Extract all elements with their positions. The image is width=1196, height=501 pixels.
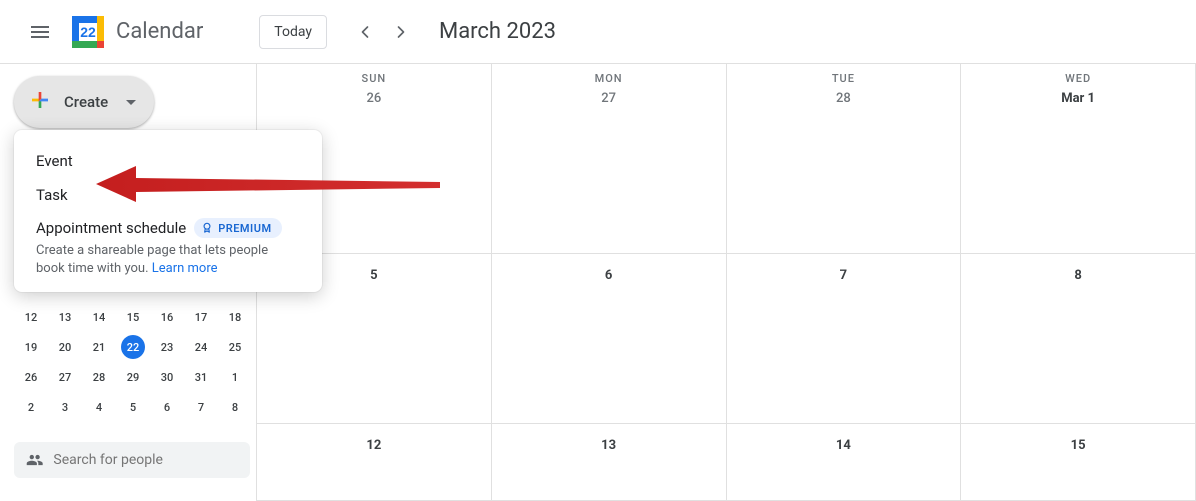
day-of-week: WED	[961, 72, 1195, 85]
date-number: 15	[961, 438, 1195, 453]
mini-cal-day[interactable]: 18	[218, 302, 252, 332]
nav-arrows	[347, 14, 419, 50]
next-button[interactable]	[383, 14, 419, 50]
calendar-cell[interactable]: 7	[727, 254, 962, 424]
mini-cal-day[interactable]: 26	[14, 362, 48, 392]
calendar-cell[interactable]: 15	[961, 424, 1196, 501]
calendar-cell[interactable]: 6	[492, 254, 727, 424]
date-number: 6	[492, 268, 726, 283]
calendar-cell[interactable]: MON 27	[492, 64, 727, 254]
mini-cal-day[interactable]: 21	[82, 332, 116, 362]
today-button[interactable]: Today	[259, 15, 327, 49]
date-number: 13	[492, 438, 726, 453]
premium-icon	[200, 221, 214, 235]
calendar-cell[interactable]: 13	[492, 424, 727, 501]
date-number: Mar 1	[961, 91, 1195, 106]
date-number: 8	[961, 268, 1195, 283]
date-number: 26	[257, 91, 491, 106]
dropdown-item-event[interactable]: Event	[14, 144, 322, 178]
logo[interactable]: 22 Calendar	[68, 12, 203, 52]
calendar-cell[interactable]: TUE 28	[727, 64, 962, 254]
mini-cal-day[interactable]: 14	[82, 302, 116, 332]
calendar-cell[interactable]: 14	[727, 424, 962, 501]
calendar-cell[interactable]: 8	[961, 254, 1196, 424]
date-number: 12	[257, 438, 491, 453]
mini-cal-day[interactable]: 19	[14, 332, 48, 362]
create-dropdown: Event Task Appointment schedule PREMIUM …	[14, 130, 322, 292]
mini-cal-day[interactable]: 2	[14, 392, 48, 422]
mini-cal-day[interactable]: 27	[48, 362, 82, 392]
menu-button[interactable]	[16, 8, 64, 56]
create-label: Create	[64, 93, 108, 111]
mini-cal-day[interactable]: 13	[48, 302, 82, 332]
main: Create Event Task Appointment schedule P…	[0, 64, 1196, 501]
sidebar: Create Event Task Appointment schedule P…	[0, 64, 256, 501]
mini-cal-day[interactable]: 29	[116, 362, 150, 392]
prev-button[interactable]	[347, 14, 383, 50]
day-of-week: SUN	[257, 72, 491, 85]
day-of-week: MON	[492, 72, 726, 85]
mini-cal-day[interactable]: 6	[150, 392, 184, 422]
mini-calendar: 1213141516171819202122232425262728293031…	[14, 302, 242, 422]
hamburger-icon	[28, 20, 52, 44]
mini-cal-day[interactable]: 3	[48, 392, 82, 422]
mini-cal-day[interactable]: 20	[48, 332, 82, 362]
date-number: 28	[727, 91, 961, 106]
mini-cal-day[interactable]: 25	[218, 332, 252, 362]
date-number: 14	[727, 438, 961, 453]
current-month: March 2023	[439, 19, 556, 44]
date-number: 27	[492, 91, 726, 106]
mini-cal-day[interactable]: 1	[218, 362, 252, 392]
mini-cal-day[interactable]: 16	[150, 302, 184, 332]
app-name: Calendar	[116, 19, 203, 44]
chevron-right-icon	[391, 22, 411, 42]
mini-cal-day[interactable]: 30	[150, 362, 184, 392]
date-number: 7	[727, 268, 961, 283]
chevron-down-icon	[126, 100, 136, 105]
premium-text: PREMIUM	[218, 222, 271, 235]
calendar-grid: SUN26MON27TUE28WEDMar 1567812131415	[256, 64, 1196, 501]
mini-cal-day[interactable]: 22	[121, 335, 145, 359]
dropdown-item-appointment[interactable]: Appointment schedule PREMIUM Create a sh…	[14, 212, 322, 278]
calendar-logo-icon: 22	[68, 12, 108, 52]
mini-cal-day[interactable]: 8	[218, 392, 252, 422]
mini-cal-day[interactable]: 5	[116, 392, 150, 422]
mini-cal-day[interactable]: 17	[184, 302, 218, 332]
calendar-cell[interactable]: 12	[257, 424, 492, 501]
appointment-description: Create a shareable page that lets people…	[36, 242, 300, 278]
mini-cal-day[interactable]: 24	[184, 332, 218, 362]
header: 22 Calendar Today March 2023	[0, 0, 1196, 64]
search-people[interactable]	[14, 442, 250, 478]
mini-cal-day[interactable]: 31	[184, 362, 218, 392]
chevron-left-icon	[355, 22, 375, 42]
create-button[interactable]: Create	[14, 76, 154, 128]
svg-text:22: 22	[80, 24, 96, 40]
mini-cal-day[interactable]: 28	[82, 362, 116, 392]
search-input[interactable]	[53, 452, 238, 468]
appointment-label: Appointment schedule	[36, 219, 186, 237]
people-icon	[26, 450, 43, 470]
dropdown-item-task[interactable]: Task	[14, 178, 322, 212]
mini-cal-day[interactable]: 12	[14, 302, 48, 332]
calendar-cell[interactable]: WED Mar 1	[961, 64, 1196, 254]
mini-cal-day[interactable]: 23	[150, 332, 184, 362]
day-of-week: TUE	[727, 72, 961, 85]
mini-cal-day[interactable]: 4	[82, 392, 116, 422]
learn-more-link[interactable]: Learn more	[152, 261, 218, 276]
mini-cal-day[interactable]: 15	[116, 302, 150, 332]
premium-badge: PREMIUM	[194, 218, 281, 238]
plus-icon	[28, 88, 52, 116]
mini-cal-day[interactable]: 7	[184, 392, 218, 422]
